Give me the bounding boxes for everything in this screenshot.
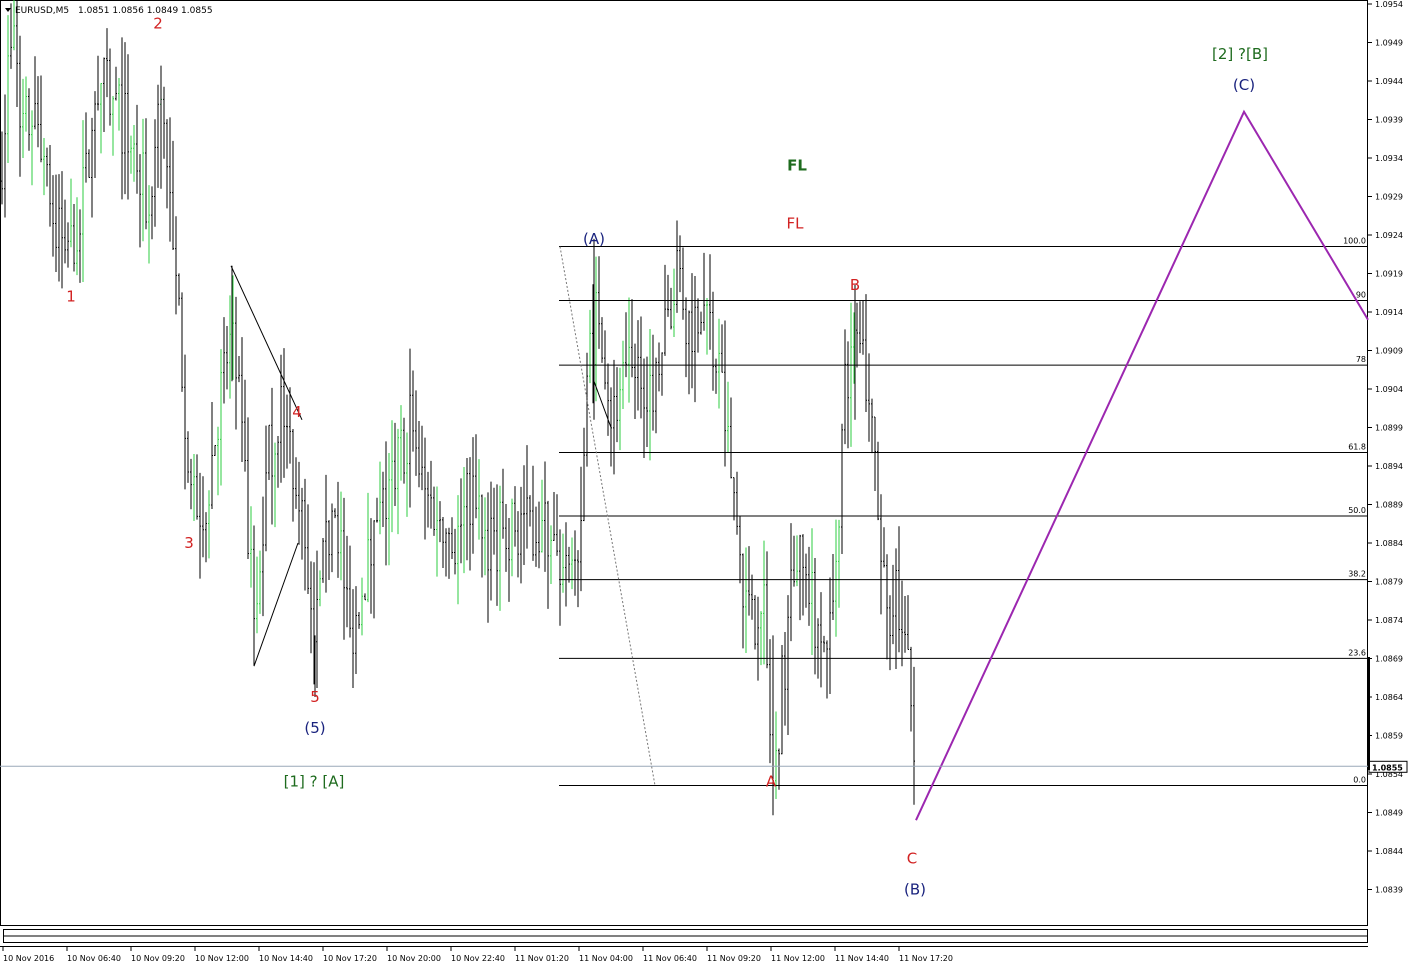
y-tick-label: 1.0889	[1375, 501, 1403, 510]
triangle-lower-line	[253, 542, 299, 667]
wave-label: 4	[292, 403, 302, 421]
y-axis: 1.0954 1.0949 1.0944 1.0939 1.0934 1.0929 1.09…	[0, 0, 1408, 895]
wave-label: B	[850, 276, 860, 294]
wave-label: 2	[153, 14, 163, 32]
fibonacci-retracement: 100.0 90 78 61.8 50.0 38.2 23.6 0.0	[559, 237, 1368, 787]
x-tick-label: 11 Nov 04:00	[579, 954, 633, 963]
wave-label: (C)	[1233, 76, 1255, 94]
current-price-label: 1.0855	[1372, 763, 1403, 772]
trend-lines	[230, 265, 612, 667]
header-ohlc: 1.0851 1.0856 1.0849 1.0855	[78, 6, 213, 16]
wave-label: (5)	[304, 719, 325, 737]
y-tick-label: 1.0839	[1375, 886, 1403, 895]
y-tick-label: 1.0909	[1375, 347, 1403, 356]
ohlc-bars	[1, 0, 915, 816]
x-tick-label: 10 Nov 22:40	[451, 954, 505, 963]
y-tick-label: 1.0954	[1375, 0, 1403, 9]
y-tick-label: 1.0904	[1375, 385, 1403, 394]
y-tick-label: 1.0939	[1375, 116, 1403, 125]
wave-label: 5	[310, 688, 320, 706]
x-tick-label: 10 Nov 12:00	[195, 954, 249, 963]
fib-level-label: 23.6	[1348, 648, 1366, 657]
y-tick-label: 1.0924	[1375, 231, 1403, 240]
x-tick-label: 10 Nov 14:40	[259, 954, 313, 963]
fib-level-label: 50.0	[1348, 506, 1366, 515]
x-tick-label: 11 Nov 06:40	[643, 954, 697, 963]
projection-path	[915, 109, 1369, 821]
fib-level-label: 61.8	[1348, 442, 1366, 451]
y-tick-label: 1.0929	[1375, 193, 1403, 202]
x-axis: 10 Nov 2016 10 Nov 06:40 10 Nov 09:20 10 No…	[2, 946, 953, 963]
projection-line	[915, 109, 1369, 821]
x-tick-label: 10 Nov 20:00	[387, 954, 441, 963]
wave-label: 3	[184, 534, 194, 552]
y-tick-label: 1.0894	[1375, 462, 1403, 471]
y-tick-label: 1.0874	[1375, 616, 1403, 625]
y-tick-label: 1.0864	[1375, 693, 1403, 702]
fib-level-label: 0.0	[1353, 776, 1366, 785]
y-tick-label: 1.0934	[1375, 154, 1403, 163]
wave-label: (B)	[904, 881, 926, 899]
wave-label: [1] ? [A]	[284, 773, 345, 791]
y-tick-label: 1.0899	[1375, 424, 1403, 433]
wave-label: C	[907, 850, 917, 868]
y-tick-label: 1.0884	[1375, 539, 1403, 548]
wave-label: [2] ?[B]	[1212, 45, 1268, 63]
wave-label: 1	[66, 288, 76, 306]
y-tick-label: 1.0919	[1375, 270, 1403, 279]
wave-label: A	[766, 773, 777, 791]
y-tick-label: 1.0879	[1375, 578, 1403, 587]
y-tick-label: 1.0849	[1375, 809, 1403, 818]
y-tick-label: 1.0844	[1375, 847, 1403, 856]
y-tick-label: 1.0944	[1375, 77, 1403, 86]
x-tick-label: 11 Nov 01:20	[515, 954, 569, 963]
fib-level-label: 100.0	[1343, 237, 1366, 246]
wave-label: FL	[787, 214, 805, 232]
y-tick-label: 1.0914	[1375, 308, 1403, 317]
x-tick-label: 11 Nov 09:20	[707, 954, 761, 963]
x-tick-label: 11 Nov 17:20	[899, 954, 953, 963]
x-tick-label: 10 Nov 2016	[3, 954, 54, 963]
x-tick-label: 10 Nov 09:20	[131, 954, 185, 963]
y-tick-label: 1.0869	[1375, 655, 1403, 664]
x-tick-label: 11 Nov 12:00	[771, 954, 825, 963]
x-tick-label: 10 Nov 06:40	[67, 954, 121, 963]
x-tick-label: 11 Nov 14:40	[835, 954, 889, 963]
y-tick-label: 1.0949	[1375, 39, 1403, 48]
fib-level-label: 38.2	[1348, 570, 1366, 579]
wave-label: FL	[787, 157, 807, 175]
wave-label: (A)	[583, 230, 605, 248]
collapse-triangle-icon[interactable]	[5, 8, 11, 12]
fib-level-label: 78	[1356, 355, 1366, 364]
y-tick-label: 1.0859	[1375, 732, 1403, 741]
plot-frame	[0, 0, 1368, 926]
header-symbol: EURUSD,M5	[15, 6, 69, 16]
price-chart[interactable]: 100.0 90 78 61.8 50.0 38.2 23.6 0.0 1 2 3 4 5 (5) [1]…	[0, 0, 1409, 969]
fib-level-label: 90	[1356, 290, 1366, 299]
x-tick-label: 10 Nov 17:20	[323, 954, 377, 963]
